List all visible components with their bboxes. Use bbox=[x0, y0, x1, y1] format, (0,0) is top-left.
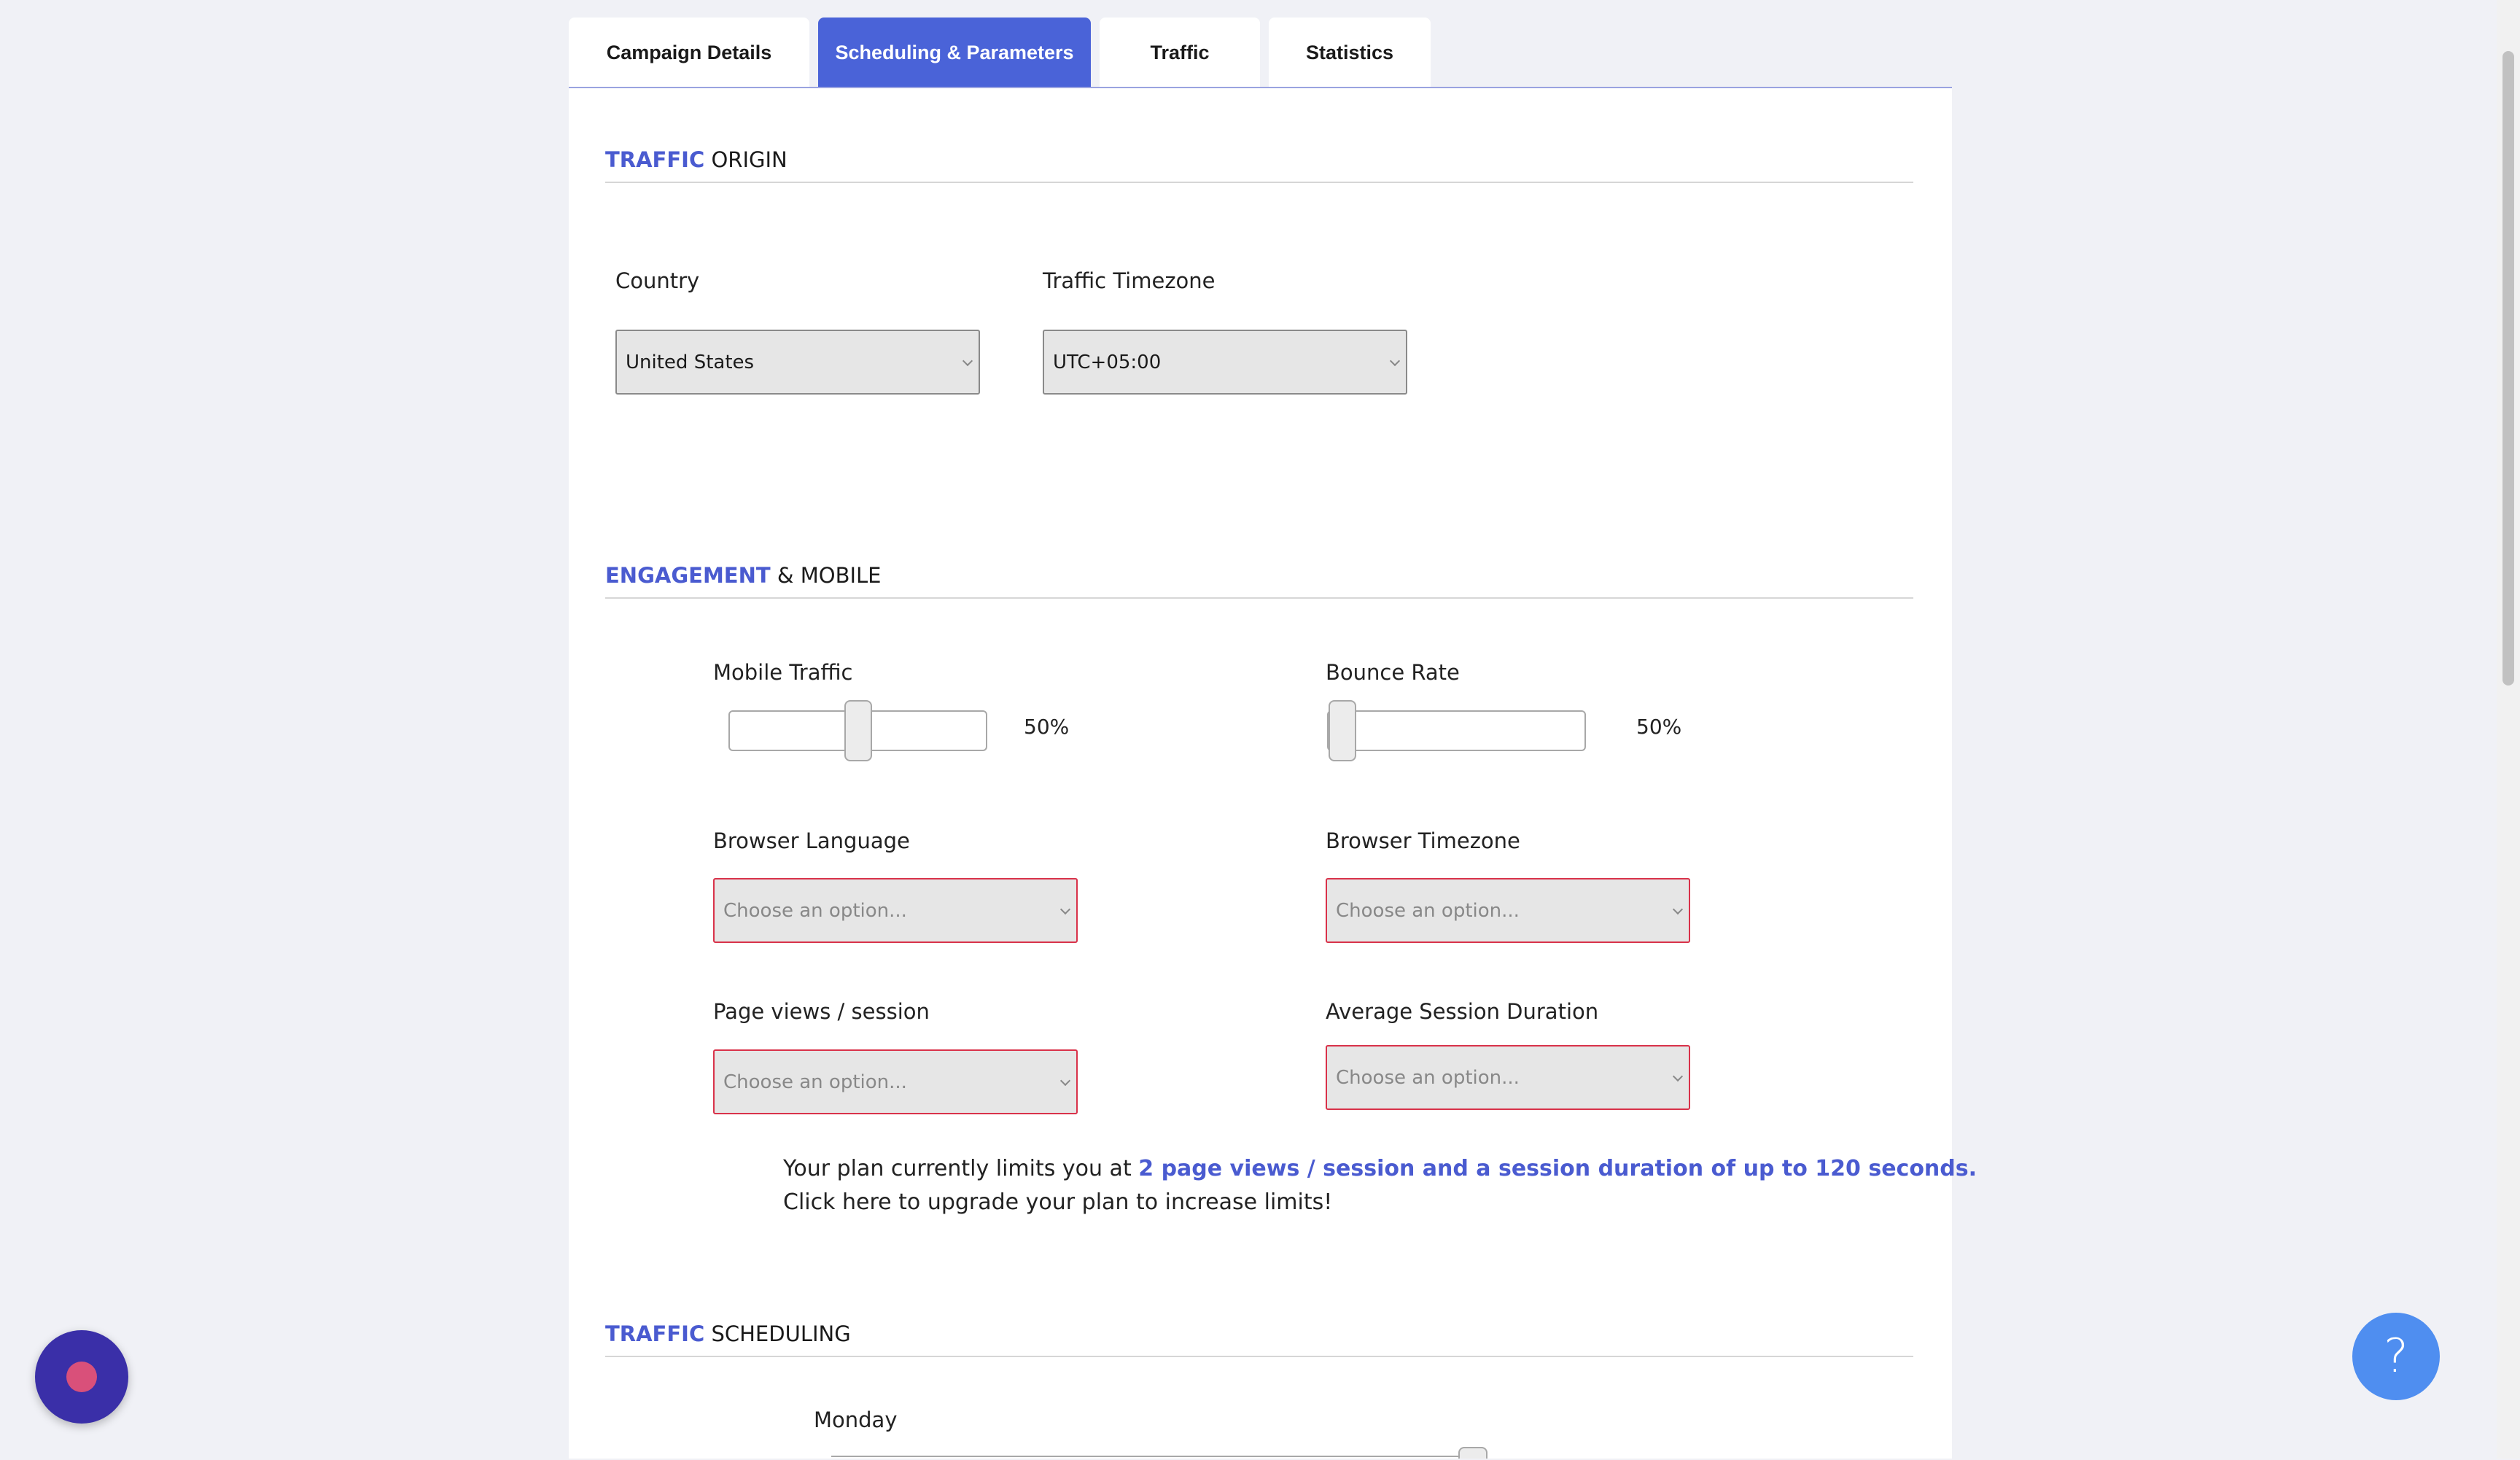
chevron-down-icon bbox=[1059, 904, 1071, 915]
mobile-traffic-slider[interactable] bbox=[728, 700, 987, 761]
section-title-engagement-mobile: ENGAGEMENT & MOBILE bbox=[605, 563, 882, 588]
chat-widget-button[interactable] bbox=[35, 1330, 128, 1424]
monday-slider-track[interactable] bbox=[831, 1456, 1488, 1460]
plan-limit-prefix: Your plan currently limits you at bbox=[783, 1156, 1132, 1181]
section-title-rest: ORIGIN bbox=[711, 147, 788, 172]
bounce-rate-label: Bounce Rate bbox=[1326, 660, 1460, 685]
browser-timezone-placeholder: Choose an option... bbox=[1336, 899, 1520, 922]
chevron-down-icon bbox=[1389, 355, 1401, 366]
plan-limit-highlight: 2 page views / session and a session dur… bbox=[1138, 1156, 1978, 1181]
browser-language-label: Browser Language bbox=[713, 828, 910, 853]
tab-traffic[interactable]: Traffic bbox=[1100, 18, 1260, 88]
bounce-rate-slider[interactable] bbox=[1327, 700, 1586, 761]
help-button[interactable]: ? bbox=[2352, 1313, 2440, 1400]
session-duration-placeholder: Choose an option... bbox=[1336, 1066, 1520, 1089]
chevron-down-icon bbox=[1672, 1071, 1684, 1082]
help-icon: ? bbox=[2384, 1329, 2408, 1383]
mobile-traffic-label: Mobile Traffic bbox=[713, 660, 853, 685]
bounce-rate-slider-handle[interactable] bbox=[1329, 700, 1356, 761]
browser-language-placeholder: Choose an option... bbox=[723, 899, 907, 922]
plan-limit-line: Your plan currently limits you at 2 page… bbox=[783, 1152, 1977, 1186]
section-title-accent: TRAFFIC bbox=[605, 147, 705, 172]
browser-timezone-label: Browser Timezone bbox=[1326, 828, 1520, 853]
section-divider bbox=[605, 597, 1913, 599]
browser-timezone-select[interactable]: Choose an option... bbox=[1326, 878, 1690, 943]
section-divider bbox=[605, 1356, 1913, 1357]
session-duration-select[interactable]: Choose an option... bbox=[1326, 1045, 1690, 1110]
section-title-accent: ENGAGEMENT bbox=[605, 563, 771, 588]
session-duration-label: Average Session Duration bbox=[1326, 999, 1599, 1024]
page-views-select[interactable]: Choose an option... bbox=[713, 1049, 1078, 1114]
tab-scheduling-parameters[interactable]: Scheduling & Parameters bbox=[818, 18, 1091, 88]
page-views-placeholder: Choose an option... bbox=[723, 1071, 907, 1093]
monday-slider-handle[interactable] bbox=[1458, 1447, 1488, 1459]
country-select-value: United States bbox=[626, 351, 755, 373]
plan-limit-note: Your plan currently limits you at 2 page… bbox=[783, 1152, 1977, 1219]
main-panel bbox=[569, 88, 1952, 1459]
tab-statistics[interactable]: Statistics bbox=[1269, 18, 1431, 88]
section-title-traffic-origin: TRAFFIC ORIGIN bbox=[605, 147, 788, 172]
chevron-down-icon bbox=[1059, 1075, 1071, 1086]
traffic-timezone-select[interactable]: UTC+05:00 bbox=[1043, 330, 1407, 395]
section-divider bbox=[605, 182, 1913, 183]
section-title-rest: & MOBILE bbox=[777, 563, 882, 588]
page-scrollbar[interactable] bbox=[2497, 0, 2520, 1459]
country-label: Country bbox=[615, 268, 700, 293]
traffic-timezone-label: Traffic Timezone bbox=[1043, 268, 1216, 293]
bounce-rate-value: 50% bbox=[1636, 715, 1682, 739]
section-title-rest: SCHEDULING bbox=[711, 1321, 851, 1346]
chat-bubble-icon bbox=[66, 1362, 97, 1392]
browser-language-select[interactable]: Choose an option... bbox=[713, 878, 1078, 943]
section-title-traffic-scheduling: TRAFFIC SCHEDULING bbox=[605, 1321, 851, 1346]
section-title-accent: TRAFFIC bbox=[605, 1321, 705, 1346]
traffic-timezone-select-value: UTC+05:00 bbox=[1053, 351, 1162, 373]
scrollbar-thumb[interactable] bbox=[2502, 51, 2514, 686]
country-select[interactable]: United States bbox=[615, 330, 980, 395]
tab-campaign-details[interactable]: Campaign Details bbox=[569, 18, 809, 88]
upgrade-link[interactable]: Click here to upgrade your plan to incre… bbox=[783, 1186, 1977, 1219]
page-views-label: Page views / session bbox=[713, 999, 930, 1024]
schedule-day-label: Monday bbox=[814, 1407, 898, 1432]
chevron-down-icon bbox=[1672, 904, 1684, 915]
chevron-down-icon bbox=[962, 355, 973, 366]
mobile-traffic-slider-handle[interactable] bbox=[844, 700, 872, 761]
mobile-traffic-value: 50% bbox=[1024, 715, 1070, 739]
